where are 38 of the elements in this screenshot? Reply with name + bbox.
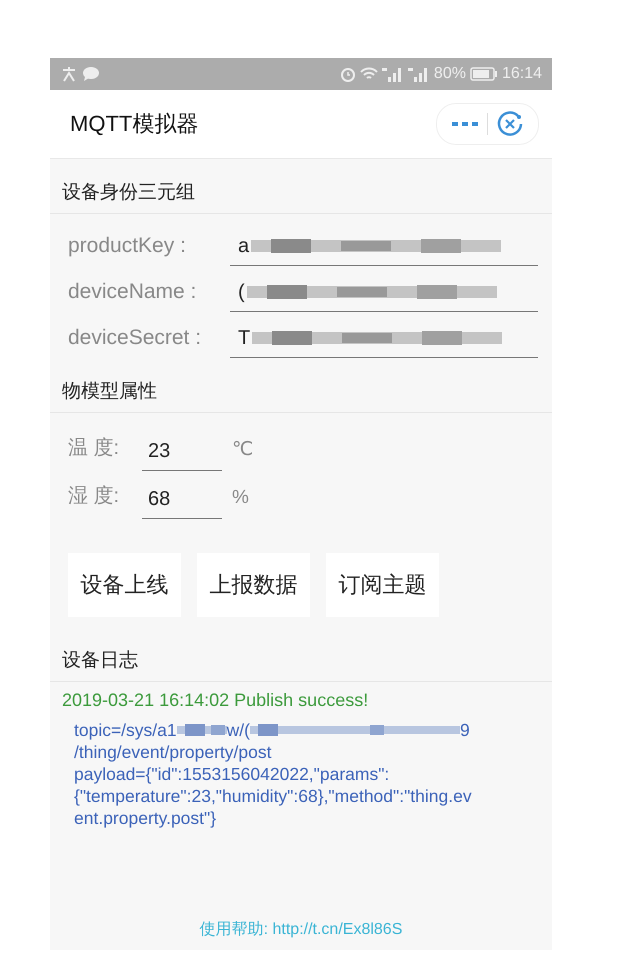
alarm-icon bbox=[340, 66, 356, 82]
input-field[interactable]: T bbox=[230, 319, 538, 358]
input-field[interactable]: a bbox=[230, 227, 538, 266]
redacted-drawing bbox=[176, 722, 227, 738]
section-heading: 设备日志 bbox=[50, 617, 552, 682]
signal-icon bbox=[382, 66, 404, 82]
log-text: {"temperature":23,"humidity":68},"method":"thing.ev bbox=[74, 785, 473, 807]
input-field[interactable]: 23 bbox=[142, 437, 222, 471]
signal-icon bbox=[408, 66, 430, 82]
log-text: ent.property.post"} bbox=[74, 807, 218, 829]
log-text: w/( bbox=[226, 719, 250, 741]
close-icon bbox=[496, 110, 524, 138]
log-text: 9 bbox=[460, 719, 470, 741]
person-icon bbox=[60, 66, 78, 82]
battery-icon bbox=[470, 67, 498, 81]
input-field[interactable]: 68 bbox=[142, 485, 222, 519]
input-field[interactable]: ( bbox=[230, 273, 538, 312]
log-text: topic=/sys/a1 bbox=[74, 719, 177, 741]
section-heading: 物模型属性 bbox=[50, 358, 552, 413]
field-label: 湿 度: bbox=[68, 484, 120, 509]
action-button[interactable]: 订阅主题 bbox=[326, 553, 439, 617]
action-button[interactable]: 设备上线 bbox=[68, 553, 181, 617]
field-label: productKey : bbox=[68, 234, 187, 259]
action-button[interactable]: 上报数据 bbox=[197, 553, 310, 617]
log-text: /thing/event/property/post bbox=[74, 741, 272, 763]
field-label: deviceSecret : bbox=[68, 326, 202, 351]
field-label: 温 度: bbox=[68, 436, 120, 461]
chat-icon bbox=[82, 66, 100, 82]
more-icon bbox=[451, 120, 479, 128]
field-label: deviceName : bbox=[68, 280, 198, 305]
clock: 16:14 bbox=[502, 65, 542, 83]
page-title: MQTT模拟器 bbox=[70, 110, 198, 138]
unit-label: % bbox=[231, 487, 249, 510]
unit-label: ℃ bbox=[231, 438, 254, 462]
log-status: 2019-03-21 16:14:02 Publish success! bbox=[62, 690, 370, 711]
battery-percent: 80% bbox=[434, 65, 466, 83]
section-heading: 设备身份三元组 bbox=[50, 159, 552, 214]
log-text: payload={"id":1553156042022,"params": bbox=[74, 763, 390, 785]
